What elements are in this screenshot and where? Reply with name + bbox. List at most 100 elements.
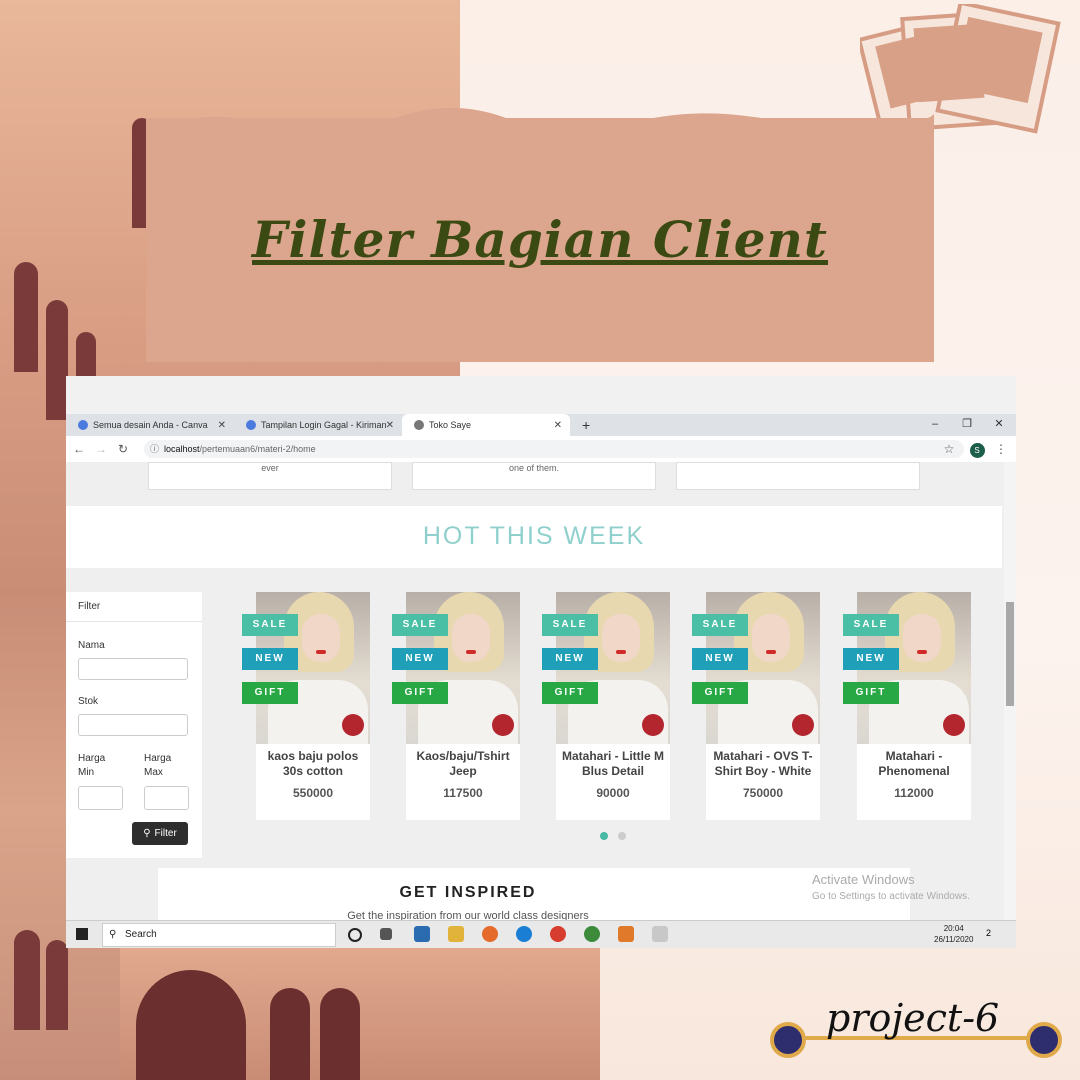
edge-icon[interactable] — [516, 926, 532, 942]
close-tab-icon[interactable]: ✕ — [386, 420, 394, 431]
close-tab-icon[interactable]: ✕ — [218, 420, 226, 431]
url-path: /pertemuaan6/materi-2/home — [199, 444, 316, 454]
project-tag: project-6 — [770, 996, 1062, 1076]
task-view-icon[interactable] — [380, 928, 392, 940]
canva-icon — [78, 420, 88, 430]
carousel-dots — [600, 832, 626, 840]
stok-label: Stok — [78, 696, 99, 707]
gift-ribbon: GIFT — [392, 682, 448, 704]
product-name[interactable]: Matahari - Little M Blus Detail — [562, 749, 664, 779]
scrollbar[interactable] — [1004, 462, 1016, 920]
product-price: 112000 — [894, 786, 934, 800]
flower-shape — [792, 714, 814, 736]
globe-icon — [414, 420, 424, 430]
product-name[interactable]: Kaos/baju/Tshirt Jeep — [412, 749, 514, 779]
url-host: localhost — [164, 444, 200, 454]
arch — [136, 970, 246, 1080]
sale-ribbon: SALE — [692, 614, 748, 636]
building-window — [46, 940, 68, 1030]
avatar[interactable]: S — [968, 439, 986, 459]
flower-shape — [342, 714, 364, 736]
chrome-icon[interactable] — [584, 926, 600, 942]
carousel-dot[interactable] — [618, 832, 626, 840]
card-text: ever — [261, 463, 279, 473]
firefox-icon[interactable] — [482, 926, 498, 942]
xampp-icon[interactable] — [618, 926, 634, 942]
menu-icon[interactable]: ⋮ — [992, 439, 1010, 459]
feature-card: ever — [148, 462, 392, 490]
gift-ribbon: GIFT — [692, 682, 748, 704]
harga-max-input[interactable] — [144, 786, 189, 810]
feature-card: one of them. — [412, 462, 656, 490]
cortana-icon[interactable] — [348, 928, 362, 942]
chrome-icon[interactable] — [550, 926, 566, 942]
flower-shape — [492, 714, 514, 736]
filter-header: Filter — [66, 592, 202, 622]
inspired-title: GET INSPIRED — [399, 884, 537, 901]
face-shape — [602, 614, 640, 662]
nama-input[interactable] — [78, 658, 188, 680]
activate-title: Activate Windows — [812, 872, 915, 887]
product-card[interactable]: SALE NEW GIFT Matahari - Phenomenal 112000 — [843, 592, 971, 820]
tab-label: Semua desain Anda - Canva — [93, 420, 208, 430]
back-icon[interactable]: ← — [70, 439, 88, 459]
product-card[interactable]: SALE NEW GIFT Kaos/baju/Tshirt Jeep 117500 — [392, 592, 520, 820]
harga-min-input[interactable] — [78, 786, 123, 810]
tab-label: Tampilan Login Gagal - Kiriman — [261, 420, 387, 430]
product-name[interactable]: Matahari - Phenomenal — [863, 749, 965, 779]
face-shape — [302, 614, 340, 662]
activate-subtitle: Go to Settings to activate Windows. — [812, 891, 970, 902]
reload-icon[interactable]: ↻ — [114, 439, 132, 459]
activate-windows-watermark: Activate Windows Go to Settings to activ… — [812, 872, 970, 902]
product-card[interactable]: SALE NEW GIFT Matahari - OVS T-Shirt Boy - … — [692, 592, 820, 820]
tab-login-gagal[interactable]: Tampilan Login Gagal - Kiriman ✕ — [234, 414, 402, 436]
product-price: 750000 — [742, 786, 784, 800]
lips-shape — [466, 650, 476, 654]
gift-ribbon: GIFT — [242, 682, 298, 704]
carousel-dot[interactable] — [600, 832, 608, 840]
filter-button[interactable]: ⚲ Filter — [132, 822, 188, 845]
search-icon: ⚲ — [109, 929, 117, 940]
app-icon[interactable] — [652, 926, 668, 942]
product-card[interactable]: SALE NEW GIFT Matahari - Little M Blus Deta… — [542, 592, 670, 820]
product-card[interactable]: SALE NEW GIFT kaos baju polos 30s cotton 550… — [242, 592, 370, 820]
folder-icon[interactable] — [448, 926, 464, 942]
tab-canva-designs[interactable]: Semua desain Anda - Canva ✕ — [66, 414, 234, 436]
gift-ribbon: GIFT — [843, 682, 899, 704]
lips-shape — [316, 650, 326, 654]
stok-input[interactable] — [78, 714, 188, 736]
tab-toko-saye[interactable]: Toko Saye ✕ — [402, 414, 570, 436]
close-window-button[interactable]: ✕ — [984, 414, 1014, 436]
scrollbar-thumb[interactable] — [1006, 602, 1014, 706]
taskbar-search-label: Search — [125, 929, 157, 940]
forward-icon[interactable]: → — [92, 439, 110, 459]
building-bottom — [120, 948, 600, 1080]
product-name[interactable]: Matahari - OVS T-Shirt Boy - White — [712, 749, 814, 779]
search-icon: ⚲ — [143, 828, 151, 839]
arch — [320, 988, 360, 1080]
harga-max-label: Harga Max — [144, 753, 172, 778]
taskbar-search[interactable]: ⚲ Search — [102, 923, 336, 947]
building-window — [14, 262, 38, 372]
project-label: project-6 — [826, 996, 1000, 1040]
app-icon[interactable] — [414, 926, 430, 942]
sale-ribbon: SALE — [542, 614, 598, 636]
close-tab-icon[interactable]: ✕ — [554, 420, 562, 431]
notification-icon[interactable]: 2 — [986, 928, 991, 938]
restore-button[interactable]: ❐ — [952, 414, 982, 436]
new-tab-button[interactable]: + — [570, 414, 600, 436]
url-input[interactable]: ⓘ localhost/pertemuaan6/materi-2/home — [144, 440, 964, 458]
new-ribbon: NEW — [843, 648, 899, 670]
new-ribbon: NEW — [242, 648, 298, 670]
product-price: 117500 — [443, 786, 483, 800]
star-icon[interactable]: ☆ — [940, 439, 958, 459]
card-text: one of them. — [508, 463, 560, 473]
system-clock[interactable]: 20:04 26/11/2020 — [934, 923, 973, 945]
product-name[interactable]: kaos baju polos 30s cotton — [262, 749, 364, 779]
face-shape — [452, 614, 490, 662]
info-icon: ⓘ — [150, 444, 160, 454]
filter-button-label: Filter — [154, 828, 177, 839]
minimize-button[interactable]: – — [920, 414, 950, 436]
gift-ribbon: GIFT — [542, 682, 598, 704]
windows-start-icon[interactable] — [76, 928, 88, 940]
